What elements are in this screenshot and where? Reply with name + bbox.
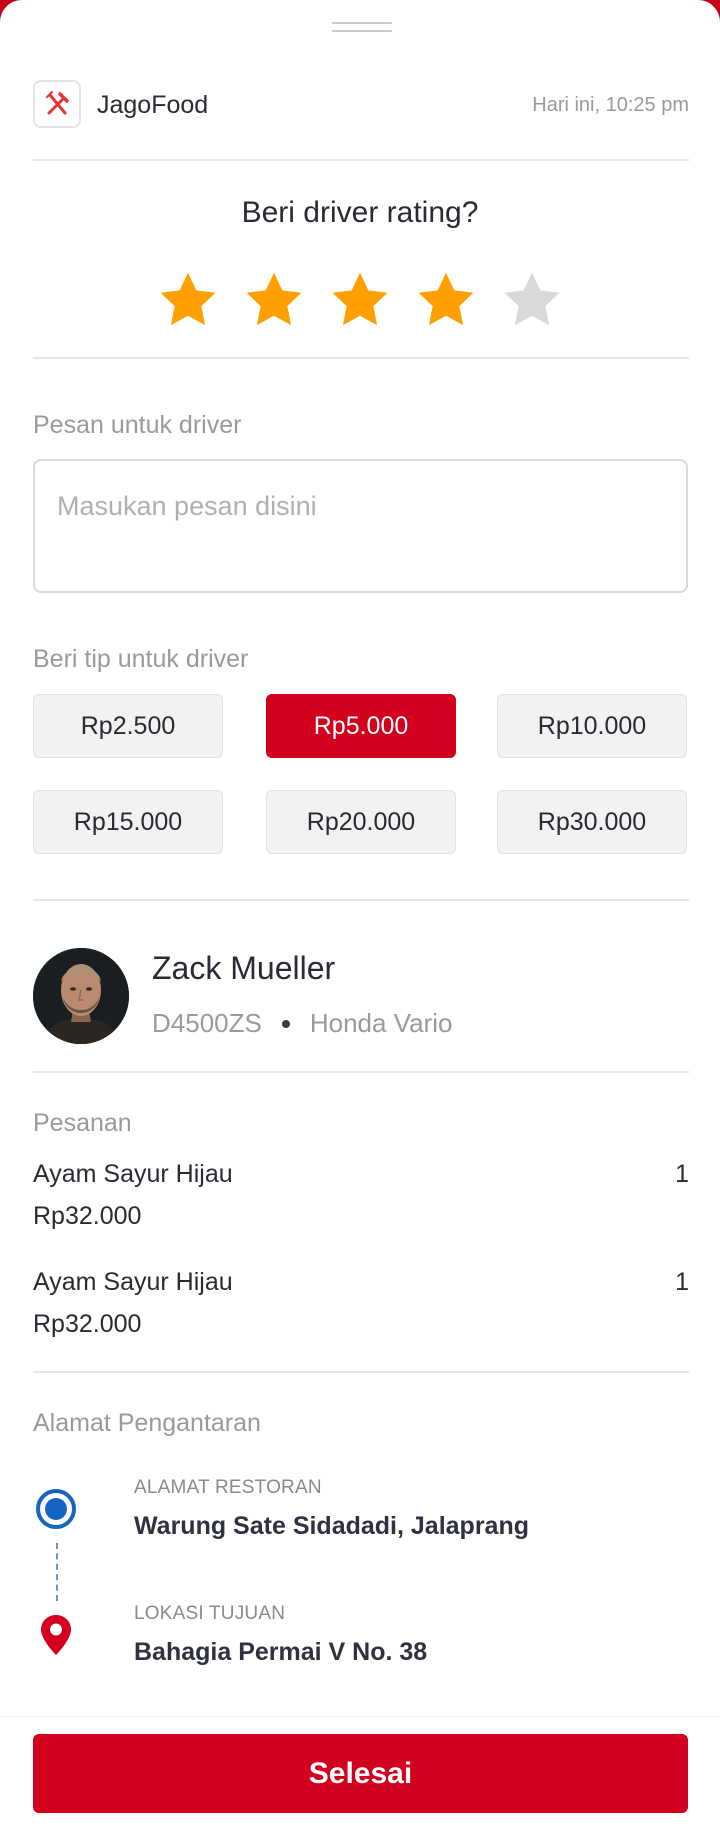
rating-sheet: JagoFood Hari ini, 10:25 pm Beri driver … [0, 0, 720, 1830]
message-input[interactable] [35, 461, 686, 591]
origin-pin-icon [36, 1489, 76, 1529]
order-label: Pesanan [33, 1109, 132, 1137]
message-label: Pesan untuk driver [33, 411, 242, 439]
divider [33, 1371, 689, 1373]
divider [33, 899, 689, 901]
route-line [56, 1543, 58, 1601]
order-item-qty: 1 [675, 1160, 689, 1188]
destination-label: LOKASI TUJUAN [134, 1603, 286, 1624]
star-icon[interactable] [500, 268, 564, 332]
driver-details: D4500ZS Honda Vario [152, 1008, 452, 1039]
tip-option[interactable]: Rp20.000 [266, 790, 456, 854]
vehicle-plate: D4500ZS [152, 1008, 262, 1038]
divider [33, 357, 689, 359]
origin-label: ALAMAT RESTORAN [134, 1477, 322, 1498]
origin-address: Warung Sate Sidadadi, Jalaprang [134, 1512, 529, 1540]
order-item: Ayam Sayur Hijau 1 Rp32.000 [33, 1268, 689, 1358]
destination-address: Bahagia Permai V No. 38 [134, 1638, 428, 1666]
tip-option[interactable]: Rp2.500 [33, 694, 223, 758]
star-icon[interactable] [242, 268, 306, 332]
vehicle-model: Honda Vario [309, 1008, 453, 1038]
done-button[interactable]: Selesai [33, 1734, 688, 1813]
order-item-name: Ayam Sayur Hijau [33, 1160, 233, 1188]
order-item-price: Rp32.000 [33, 1202, 142, 1230]
order-timestamp: Hari ini, 10:25 pm [532, 94, 689, 116]
rating-title: Beri driver rating? [241, 196, 479, 229]
star-rating[interactable] [0, 268, 720, 338]
app-name: JagoFood [97, 91, 209, 119]
tip-option[interactable]: Rp15.000 [33, 790, 223, 854]
message-field[interactable] [33, 459, 688, 593]
order-item-qty: 1 [675, 1268, 689, 1296]
divider [33, 1071, 689, 1073]
tip-label: Beri tip untuk driver [33, 645, 249, 673]
tip-option[interactable]: Rp30.000 [497, 790, 687, 854]
separator-dot [281, 1019, 290, 1028]
order-item: Ayam Sayur Hijau 1 Rp32.000 [33, 1160, 689, 1250]
fork-knife-icon [33, 80, 81, 128]
divider [33, 159, 689, 161]
order-item-name: Ayam Sayur Hijau [33, 1268, 233, 1296]
destination-pin-icon [41, 1615, 71, 1655]
star-icon[interactable] [156, 268, 220, 332]
delivery-label: Alamat Pengantaran [33, 1409, 261, 1437]
driver-avatar [33, 948, 129, 1044]
drag-handle[interactable] [332, 22, 392, 34]
tip-option[interactable]: Rp5.000 [266, 694, 456, 758]
driver-name: Zack Mueller [152, 950, 336, 986]
tip-option[interactable]: Rp10.000 [497, 694, 687, 758]
star-icon[interactable] [328, 268, 392, 332]
order-item-price: Rp32.000 [33, 1310, 142, 1338]
star-icon[interactable] [414, 268, 478, 332]
order-header: JagoFood Hari ini, 10:25 pm [33, 80, 689, 128]
